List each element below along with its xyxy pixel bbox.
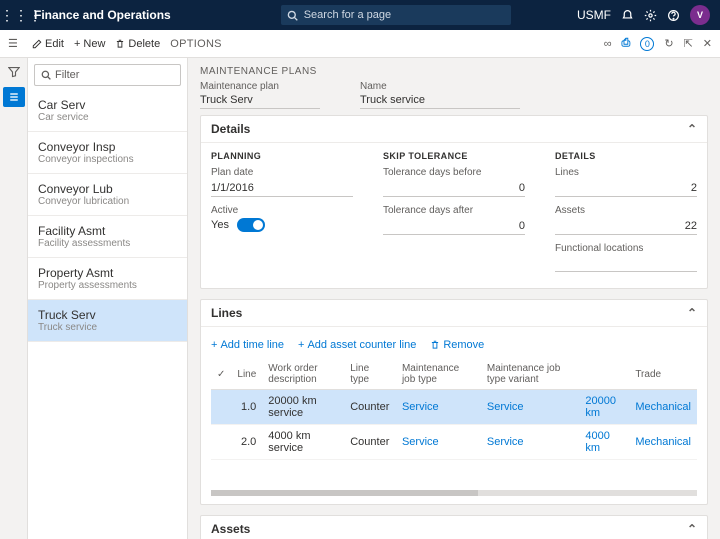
chevron-up-icon: ⌃	[687, 122, 697, 136]
nav-item[interactable]: Property AsmtProperty assessments	[28, 258, 187, 300]
nav-item-title: Property Asmt	[38, 266, 177, 280]
waffle-icon[interactable]: ⋮⋮⋮	[0, 7, 30, 24]
lines-card: Lines ⌃ + Add time line + Add asset coun…	[200, 299, 708, 505]
header-fields: Maintenance plan Truck Serv Name Truck s…	[200, 81, 708, 109]
options-button[interactable]: OPTIONS	[170, 38, 222, 50]
popout-icon[interactable]: ⇱	[684, 37, 693, 50]
assets-count: 22	[555, 218, 697, 235]
pencil-icon	[32, 39, 42, 49]
chevron-up-icon: ⌃	[687, 306, 697, 320]
new-button[interactable]: +New	[74, 38, 105, 50]
col-desc[interactable]: Work order description	[262, 359, 344, 390]
nav-item-title: Car Serv	[38, 98, 177, 112]
main-area: Filter Car ServCar serviceConveyor InspC…	[0, 58, 720, 539]
link-icon[interactable]: ∞	[604, 38, 612, 50]
command-bar: ☰ Edit +New Delete OPTIONS ∞ ⎙ 0 ↻ ⇱ ✕	[0, 30, 720, 58]
company-picker[interactable]: USMF	[577, 8, 611, 22]
command-bar-right: ∞ ⎙ 0 ↻ ⇱ ✕	[604, 37, 712, 51]
nav-item[interactable]: Car ServCar service	[28, 90, 187, 132]
name-value[interactable]: Truck service	[360, 92, 520, 109]
details-header[interactable]: Details ⌃	[201, 116, 707, 143]
add-time-line-button[interactable]: + Add time line	[211, 339, 284, 351]
user-avatar[interactable]: V	[690, 5, 710, 25]
toggle-icon	[237, 218, 265, 232]
gear-icon[interactable]	[644, 9, 657, 22]
hamburger-icon[interactable]: ☰	[8, 37, 22, 50]
trash-icon	[115, 39, 125, 49]
col-trade[interactable]: Trade	[629, 359, 697, 390]
close-icon[interactable]: ✕	[703, 37, 712, 50]
lines-count: 2	[555, 180, 697, 197]
bell-icon[interactable]	[621, 9, 634, 22]
page-header: MAINTENANCE PLANS	[200, 66, 708, 77]
notification-badge[interactable]: 0	[640, 37, 654, 51]
col-mjtv[interactable]: Maintenance job type variant	[481, 359, 580, 390]
nav-item-subtitle: Property assessments	[38, 280, 177, 291]
plus-icon: +	[74, 38, 80, 50]
search-icon	[287, 10, 298, 21]
col-select[interactable]: ✓	[211, 359, 231, 390]
nav-item[interactable]: Facility AsmtFacility assessments	[28, 216, 187, 258]
lines-actions: + Add time line + Add asset counter line…	[211, 335, 697, 359]
nav-item-subtitle: Conveyor lubrication	[38, 196, 177, 207]
global-search[interactable]: Search for a page	[281, 5, 511, 25]
func-loc-count	[555, 256, 697, 272]
nav-item-subtitle: Facility assessments	[38, 238, 177, 249]
col-type[interactable]: Line type	[344, 359, 396, 390]
lines-table: ✓ Line Work order description Line type …	[211, 359, 697, 460]
details-card: Details ⌃ Planning Plan date1/1/2016 Act…	[200, 115, 708, 289]
assets-header[interactable]: Assets ⌃	[201, 516, 707, 539]
content-pane: MAINTENANCE PLANS Maintenance plan Truck…	[188, 58, 720, 539]
horizontal-scrollbar[interactable]	[211, 490, 697, 496]
lines-header[interactable]: Lines ⌃	[201, 300, 707, 327]
nav-item-title: Truck Serv	[38, 308, 177, 322]
name-label: Name	[360, 81, 520, 92]
app-brand: Finance and Operations	[30, 8, 171, 22]
edit-button[interactable]: Edit	[32, 38, 64, 50]
col-line[interactable]: Line	[231, 359, 262, 390]
table-row[interactable]: 1.020000 km serviceCounterServiceService…	[211, 390, 697, 425]
list-view-icon[interactable]	[3, 87, 25, 107]
trash-icon	[430, 340, 440, 350]
left-rail	[0, 58, 28, 539]
nav-item[interactable]: Conveyor LubConveyor lubrication	[28, 174, 187, 216]
nav-item[interactable]: Conveyor InspConveyor inspections	[28, 132, 187, 174]
table-row[interactable]: 2.04000 km serviceCounterServiceService4…	[211, 425, 697, 460]
plan-value[interactable]: Truck Serv	[200, 92, 320, 109]
app-titlebar: ⋮⋮⋮ Finance and Operations Search for a …	[0, 0, 720, 30]
col-mjtv2[interactable]	[579, 359, 629, 390]
nav-item-subtitle: Conveyor inspections	[38, 154, 177, 165]
help-icon[interactable]	[667, 9, 680, 22]
nav-item-subtitle: Car service	[38, 112, 177, 123]
nav-item-title: Conveyor Lub	[38, 182, 177, 196]
plan-label: Maintenance plan	[200, 81, 320, 92]
active-toggle[interactable]: Yes	[211, 218, 353, 232]
add-asset-counter-line-button[interactable]: + Add asset counter line	[298, 339, 416, 351]
nav-list-pane: Filter Car ServCar serviceConveyor InspC…	[28, 58, 188, 539]
nav-item-subtitle: Truck service	[38, 322, 177, 333]
tol-after-field[interactable]: 0	[383, 218, 525, 235]
col-mjt[interactable]: Maintenance job type	[396, 359, 481, 390]
nav-item-title: Conveyor Insp	[38, 140, 177, 154]
search-placeholder: Search for a page	[304, 9, 391, 21]
delete-button[interactable]: Delete	[115, 38, 160, 50]
remove-line-button[interactable]: Remove	[430, 339, 484, 351]
tol-before-field[interactable]: 0	[383, 180, 525, 197]
office-icon[interactable]: ⎙	[622, 37, 631, 50]
funnel-icon[interactable]	[8, 66, 20, 81]
topbar-right: USMF V	[577, 5, 720, 25]
chevron-up-icon: ⌃	[687, 522, 697, 536]
nav-item-title: Facility Asmt	[38, 224, 177, 238]
plan-date-field[interactable]: 1/1/2016	[211, 180, 353, 197]
filter-input[interactable]: Filter	[34, 64, 181, 86]
assets-card: Assets ⌃ + Add line Remove ✓ Asset ↑ Sta…	[200, 515, 708, 539]
refresh-icon[interactable]: ↻	[664, 37, 673, 50]
filter-search-icon	[41, 70, 51, 80]
nav-item[interactable]: Truck ServTruck service	[28, 300, 187, 342]
